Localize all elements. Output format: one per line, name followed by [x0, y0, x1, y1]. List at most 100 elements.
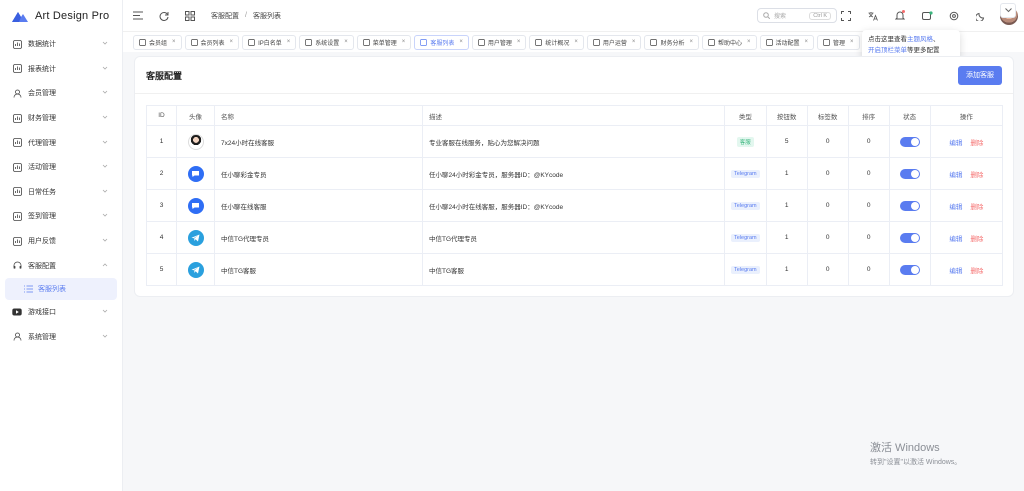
close-icon[interactable]: ×: [689, 39, 693, 45]
sidebar-item-label: 报表统计: [28, 65, 56, 73]
tab[interactable]: 会员列表 ×: [184, 34, 240, 50]
tab[interactable]: 菜单管理 ×: [356, 34, 412, 50]
status-toggle[interactable]: [899, 200, 920, 211]
close-icon[interactable]: ×: [632, 39, 636, 45]
tab[interactable]: 统计概况 ×: [529, 34, 584, 50]
cell-status: [888, 125, 931, 158]
status-toggle[interactable]: [899, 136, 920, 147]
tab[interactable]: 财务分析 ×: [644, 34, 699, 50]
tab-label: 财务分析: [660, 40, 685, 47]
tab[interactable]: IP白名单 ×: [242, 34, 297, 50]
tab[interactable]: 系统设置 ×: [299, 34, 354, 50]
status-toggle[interactable]: [899, 264, 920, 275]
user-icon: [12, 332, 22, 342]
close-icon[interactable]: ×: [805, 39, 809, 45]
chevron-down-icon: [102, 139, 108, 147]
watermark-title: 激活 Windows: [870, 442, 940, 454]
close-icon[interactable]: ×: [459, 39, 463, 45]
close-icon[interactable]: ×: [172, 39, 176, 45]
chevron-down-icon[interactable]: [1000, 3, 1016, 18]
finance-icon: [12, 113, 22, 123]
tab-icon: [823, 38, 830, 46]
close-icon[interactable]: ×: [747, 39, 751, 45]
delete-link[interactable]: 删除: [970, 268, 983, 275]
sidebar-item-label: 系统管理: [28, 333, 56, 341]
status-toggle[interactable]: [899, 232, 920, 243]
edit-link[interactable]: 编辑: [949, 236, 962, 243]
delete-link[interactable]: 删除: [970, 172, 983, 179]
cell-status: [888, 157, 931, 190]
chat-icon[interactable]: [915, 0, 939, 31]
cell-name: 中信TG代理专员: [214, 221, 423, 254]
add-service-button[interactable]: 添加客服: [958, 65, 1002, 85]
tab[interactable]: 管理 ×: [817, 34, 860, 50]
sidebar-item[interactable]: 会员管理: [0, 81, 122, 106]
edit-link[interactable]: 编辑: [949, 172, 962, 179]
sidebar-item[interactable]: 代理管理: [0, 130, 122, 155]
sidebar-item[interactable]: 用户反馈: [0, 229, 122, 254]
cell-name: 7x24小时在线客服: [214, 125, 423, 158]
delete-link[interactable]: 删除: [970, 140, 983, 147]
refresh-icon[interactable]: [151, 0, 177, 31]
edit-link[interactable]: 编辑: [949, 140, 962, 147]
close-icon[interactable]: ×: [402, 39, 406, 45]
fullscreen-icon[interactable]: [834, 0, 858, 31]
sidebar-item[interactable]: 活动管理: [0, 155, 122, 180]
search-input[interactable]: 搜索 Ctrl K: [757, 8, 837, 23]
type-badge: 客服: [736, 136, 754, 147]
edit-link[interactable]: 编辑: [949, 204, 962, 211]
tab[interactable]: 会员组 ×: [133, 34, 182, 50]
top-header: 客服配置 / 客服列表 搜索 Ctrl K: [123, 0, 1024, 31]
sidebar-item[interactable]: 客服配置: [0, 253, 122, 278]
logo[interactable]: Art Design Pro: [0, 0, 122, 32]
delete-link[interactable]: 删除: [970, 204, 983, 211]
bell-icon[interactable]: [888, 0, 912, 31]
sidebar-item[interactable]: 游戏接口: [0, 300, 122, 325]
sidebar-item[interactable]: 日常任务: [0, 180, 122, 205]
theme-style-link[interactable]: 主题风格: [907, 36, 933, 43]
close-icon[interactable]: ×: [517, 39, 521, 45]
settings-icon[interactable]: [942, 0, 966, 31]
close-icon[interactable]: ×: [230, 39, 234, 45]
calendar-icon: [12, 187, 22, 197]
tab-label: 帮助中心: [717, 40, 742, 47]
sidebar-subitem-service-list[interactable]: 客服列表: [5, 277, 117, 300]
chevron-down-icon: [102, 114, 108, 122]
sidebar-item[interactable]: 签到管理: [0, 204, 122, 229]
close-icon[interactable]: ×: [287, 39, 291, 45]
chevron-down-icon: [102, 89, 108, 97]
close-icon[interactable]: ×: [574, 39, 578, 45]
breadcrumb-item[interactable]: 客服配置: [211, 11, 239, 21]
cell-avatar: [176, 189, 215, 222]
type-badge: Telegram: [731, 201, 760, 210]
tab[interactable]: 用户管理 ×: [471, 34, 527, 50]
close-icon[interactable]: ×: [850, 39, 854, 45]
sidebar-item[interactable]: 数据统计: [0, 32, 122, 57]
avatar: [187, 133, 204, 150]
tab[interactable]: 客服列表 ×: [414, 34, 469, 50]
cell-actions: 编辑 删除: [929, 157, 1004, 190]
translate-icon[interactable]: [861, 0, 885, 31]
moon-icon[interactable]: [969, 0, 993, 31]
sidebar-item[interactable]: 系统管理: [0, 325, 122, 350]
search-placeholder: 搜索: [774, 14, 787, 20]
cell-avatar: [176, 157, 215, 190]
tab[interactable]: 帮助中心 ×: [701, 34, 757, 50]
watermark-subtitle: 转到"设置"以激活 Windows。: [870, 459, 962, 466]
search-shortcut: Ctrl K: [809, 11, 831, 20]
grid-icon[interactable]: [177, 0, 203, 31]
close-icon[interactable]: ×: [344, 39, 348, 45]
status-toggle[interactable]: [899, 168, 920, 179]
column-header: 排序: [847, 105, 890, 126]
cell-id: 3: [146, 189, 177, 222]
cell-avatar: [176, 125, 215, 158]
column-header: 标签数: [806, 105, 849, 126]
sidebar-item[interactable]: 财务管理: [0, 106, 122, 131]
delete-link[interactable]: 删除: [970, 236, 983, 243]
edit-link[interactable]: 编辑: [949, 268, 962, 275]
menu-toggle-icon[interactable]: [125, 0, 151, 31]
sidebar-item[interactable]: 报表统计: [0, 57, 122, 82]
tab[interactable]: 活动配置 ×: [759, 34, 815, 50]
tab[interactable]: 用户运营 ×: [586, 34, 642, 50]
top-menu-link[interactable]: 开启顶栏菜单: [868, 47, 907, 54]
